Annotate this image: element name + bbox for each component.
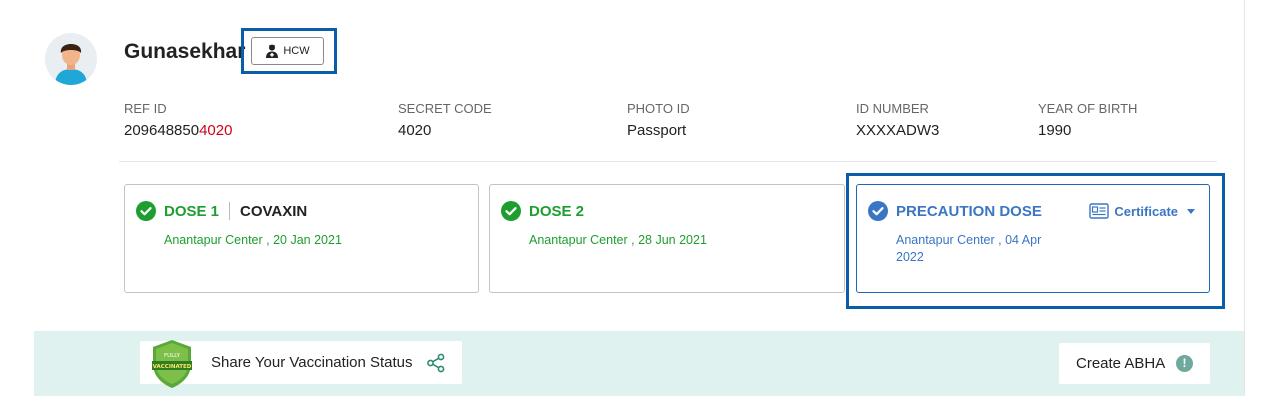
check-circle-icon — [136, 201, 156, 221]
ref-id-label: REF ID — [124, 101, 167, 116]
dose-separator — [229, 202, 231, 220]
chevron-down-icon — [1187, 208, 1195, 214]
dose-2-detail: Anantapur Center , 28 Jun 2021 — [529, 233, 707, 247]
photo-id-label: PHOTO ID — [627, 101, 690, 116]
id-number-value: XXXXADW3 — [856, 122, 940, 139]
certificate-label: Certificate — [1114, 203, 1178, 219]
fully-vaccinated-shield-icon: FULLY VACCINATED — [152, 340, 192, 388]
dose-1-detail: Anantapur Center , 20 Jan 2021 — [164, 233, 342, 247]
divider — [119, 161, 1217, 162]
ref-id-value: 2096488504020 — [124, 122, 232, 139]
share-status-label: Share Your Vaccination Status — [211, 354, 413, 371]
certificate-dropdown[interactable]: Certificate — [1089, 203, 1195, 219]
dose-1-vaccine: COVAXIN — [240, 202, 308, 220]
certificate-icon — [1089, 203, 1110, 219]
info-icon[interactable]: ! — [1176, 355, 1193, 372]
precaution-dose-card[interactable]: PRECAUTION DOSE Anantapur Center , 04 Ap… — [856, 184, 1210, 293]
shield-bottom-text: VACCINATED — [153, 364, 192, 370]
secret-code-label: SECRET CODE — [398, 101, 492, 116]
dose-2-title: DOSE 2 — [529, 202, 585, 220]
avatar — [45, 33, 97, 85]
shield-top-text: FULLY — [164, 353, 181, 359]
beneficiary-name: Gunasekhar — [124, 40, 246, 63]
footer-bar: FULLY VACCINATED Share Your Vaccination … — [34, 331, 1244, 396]
precaution-dose-title: PRECAUTION DOSE — [896, 202, 1042, 220]
check-circle-icon — [868, 201, 888, 221]
check-circle-icon — [501, 201, 521, 221]
dose-2-card[interactable]: DOSE 2 Anantapur Center , 28 Jun 2021 — [489, 184, 845, 293]
precaution-dose-detail: Anantapur Center , 04 Apr 2022 — [896, 233, 1042, 264]
share-vaccination-status-button[interactable]: FULLY VACCINATED Share Your Vaccination … — [140, 340, 462, 388]
create-abha-label: Create ABHA — [1076, 355, 1166, 372]
year-of-birth-label: YEAR OF BIRTH — [1038, 101, 1138, 116]
hcw-badge-label: HCW — [283, 45, 310, 57]
share-icon — [427, 353, 445, 373]
photo-id-value: Passport — [627, 122, 687, 139]
dose-1-card[interactable]: DOSE 1 COVAXIN Anantapur Center , 20 Jan… — [124, 184, 479, 293]
ref-id-prefix: 209648850 — [124, 122, 200, 139]
health-worker-icon — [266, 44, 279, 58]
id-number-label: ID NUMBER — [856, 101, 929, 116]
dose-1-title: DOSE 1 — [164, 202, 220, 220]
create-abha-button[interactable]: Create ABHA ! — [1059, 343, 1210, 384]
year-of-birth-value: 1990 — [1038, 122, 1072, 139]
ref-id-suffix: 4020 — [199, 122, 233, 139]
user-avatar-icon — [45, 33, 97, 85]
secret-code-value: 4020 — [398, 122, 432, 139]
hcw-badge: HCW — [251, 37, 324, 65]
